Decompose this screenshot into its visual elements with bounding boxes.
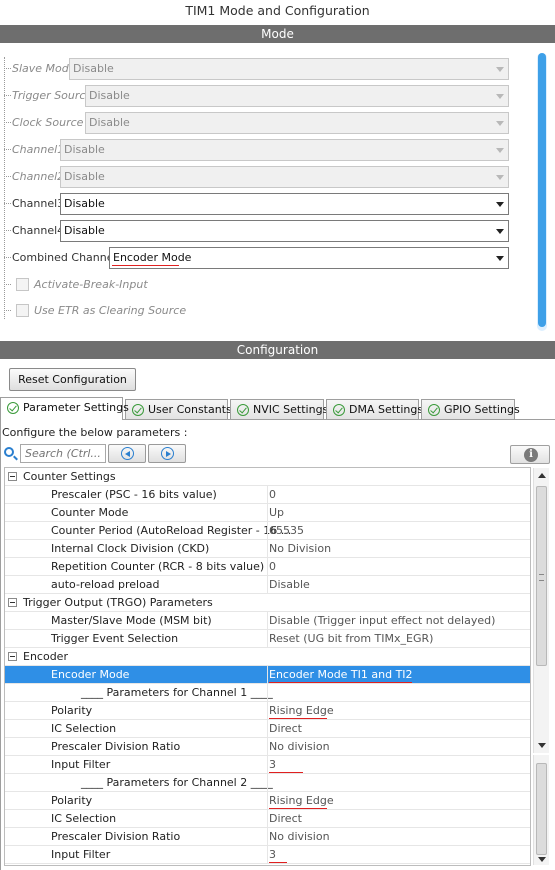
param-row[interactable]: Prescaler (PSC - 16 bits value) 0 bbox=[5, 486, 530, 504]
scroll-down-icon[interactable] bbox=[538, 743, 546, 748]
parameter-scrollbar-lower[interactable] bbox=[533, 755, 549, 865]
clock-source-select[interactable]: Disable bbox=[85, 112, 509, 134]
param-row[interactable]: Prescaler Division Ratio No division bbox=[5, 828, 530, 846]
param-subheader: ____ Parameters for Channel 1 ____ bbox=[5, 684, 530, 702]
slave-mode-label: Slave Mode bbox=[12, 62, 76, 75]
slave-mode-select[interactable]: Disable bbox=[69, 58, 509, 80]
mode-scrollbar-thumb[interactable] bbox=[538, 53, 546, 327]
mode-panel: Slave Mode Disable Trigger Source Disabl… bbox=[0, 43, 555, 335]
channel2-select[interactable]: Disable bbox=[60, 166, 509, 188]
param-row[interactable]: Repetition Counter (RCR - 8 bits value) 0 bbox=[5, 558, 530, 576]
group-encoder[interactable]: Encoder bbox=[5, 648, 530, 666]
check-circle-icon bbox=[7, 402, 19, 414]
param-row[interactable]: Counter Mode Up bbox=[5, 504, 530, 522]
parameter-scrollbar-lower-thumb[interactable] bbox=[536, 763, 547, 855]
chevron-down-icon bbox=[496, 94, 504, 99]
group-trigger-output[interactable]: Trigger Output (TRGO) Parameters bbox=[5, 594, 530, 612]
mode-header: Mode bbox=[0, 25, 555, 43]
reset-configuration-button[interactable]: Reset Configuration bbox=[9, 368, 136, 391]
param-row[interactable]: Polarity Rising Edge bbox=[5, 702, 530, 720]
chevron-down-icon bbox=[496, 256, 504, 261]
chevron-down-icon bbox=[496, 67, 504, 72]
combined-channels-label: Combined Channels bbox=[12, 251, 123, 264]
param-row[interactable]: IC Selection Direct bbox=[5, 810, 530, 828]
parameter-scrollbar[interactable] bbox=[533, 468, 549, 753]
trigger-source-label: Trigger Source bbox=[12, 89, 93, 102]
chevron-down-icon bbox=[496, 175, 504, 180]
tab-gpio-settings[interactable]: GPIO Settings bbox=[421, 399, 520, 420]
check-circle-icon bbox=[333, 404, 345, 416]
arrow-right-icon bbox=[161, 447, 174, 460]
check-circle-icon bbox=[428, 404, 440, 416]
collapse-icon[interactable] bbox=[8, 598, 17, 607]
check-circle-icon bbox=[132, 404, 144, 416]
param-row[interactable]: Polarity Rising Edge bbox=[5, 792, 530, 810]
param-row[interactable]: Input Filter 3 bbox=[5, 756, 530, 774]
red-underline bbox=[269, 718, 327, 719]
channel3-label: Channel3 bbox=[12, 197, 65, 210]
param-row[interactable]: Input Filter 3 bbox=[5, 846, 530, 864]
channel4-select[interactable]: Disable bbox=[60, 220, 509, 242]
chevron-down-icon bbox=[496, 121, 504, 126]
red-underline bbox=[269, 808, 327, 809]
check-circle-icon bbox=[237, 404, 249, 416]
configure-caption: Configure the below parameters : bbox=[2, 426, 188, 439]
param-row[interactable]: Trigger Event Selection Reset (UG bit fro… bbox=[5, 630, 530, 648]
parameter-scrollbar-thumb[interactable] bbox=[536, 486, 547, 666]
clock-source-label: Clock Source bbox=[12, 116, 84, 129]
red-underline bbox=[269, 682, 412, 683]
search-input[interactable] bbox=[20, 444, 106, 463]
parameter-table: Counter Settings Prescaler (PSC - 16 bit… bbox=[4, 467, 531, 866]
tab-dma-settings[interactable]: DMA Settings bbox=[326, 399, 423, 420]
search-previous-button[interactable] bbox=[108, 444, 146, 463]
param-row-encoder-mode[interactable]: Encoder Mode Encoder Mode TI1 and TI2 bbox=[5, 666, 530, 684]
arrow-left-icon bbox=[121, 447, 134, 460]
tab-nvic-settings[interactable]: NVIC Settings bbox=[230, 399, 328, 420]
red-underline bbox=[112, 265, 179, 266]
use-etr-checkbox[interactable] bbox=[16, 304, 29, 317]
channel4-label: Channel4 bbox=[12, 224, 65, 237]
activate-break-input-checkbox[interactable] bbox=[16, 278, 29, 291]
info-button[interactable]: i bbox=[510, 445, 550, 464]
configuration-header: Configuration bbox=[0, 341, 555, 359]
use-etr-label: Use ETR as Clearing Source bbox=[34, 304, 187, 317]
scroll-down-icon[interactable] bbox=[538, 857, 546, 862]
param-row[interactable]: Prescaler Division Ratio No division bbox=[5, 738, 530, 756]
tab-user-constants[interactable]: User Constants bbox=[125, 399, 232, 420]
window-title: TIM1 Mode and Configuration bbox=[185, 3, 370, 18]
param-row[interactable]: auto-reload preload Disable bbox=[5, 576, 530, 594]
red-underline bbox=[269, 862, 287, 863]
search-next-button[interactable] bbox=[148, 444, 186, 463]
search-icon bbox=[4, 447, 14, 457]
channel1-label: Channel1 bbox=[12, 143, 65, 156]
scroll-up-icon[interactable] bbox=[538, 473, 546, 478]
param-row[interactable]: Internal Clock Division (CKD) No Division bbox=[5, 540, 530, 558]
tab-bar: Parameter Settings User Constants NVIC S… bbox=[0, 397, 555, 420]
channel2-label: Channel2 bbox=[12, 170, 65, 183]
tab-parameter-settings[interactable]: Parameter Settings bbox=[0, 397, 129, 420]
red-underline bbox=[269, 772, 303, 773]
collapse-icon[interactable] bbox=[8, 652, 17, 661]
param-row[interactable]: Master/Slave Mode (MSM bit) Disable (Trig… bbox=[5, 612, 530, 630]
chevron-down-icon bbox=[496, 148, 504, 153]
channel3-select[interactable]: Disable bbox=[60, 193, 509, 215]
chevron-down-icon bbox=[496, 202, 504, 207]
info-icon: i bbox=[524, 448, 538, 462]
chevron-down-icon bbox=[496, 229, 504, 234]
mode-scrollbar[interactable] bbox=[537, 53, 547, 331]
param-row[interactable]: IC Selection Direct bbox=[5, 720, 530, 738]
channel1-select[interactable]: Disable bbox=[60, 139, 509, 161]
param-row[interactable]: Counter Period (AutoReload Register - 16… bbox=[5, 522, 530, 540]
param-subheader: ____ Parameters for Channel 2 ____ bbox=[5, 774, 530, 792]
activate-break-input-label: Activate-Break-Input bbox=[34, 278, 148, 291]
tree-line bbox=[4, 57, 5, 319]
collapse-icon[interactable] bbox=[8, 472, 17, 481]
group-counter-settings[interactable]: Counter Settings bbox=[5, 468, 530, 486]
trigger-source-select[interactable]: Disable bbox=[85, 85, 509, 107]
